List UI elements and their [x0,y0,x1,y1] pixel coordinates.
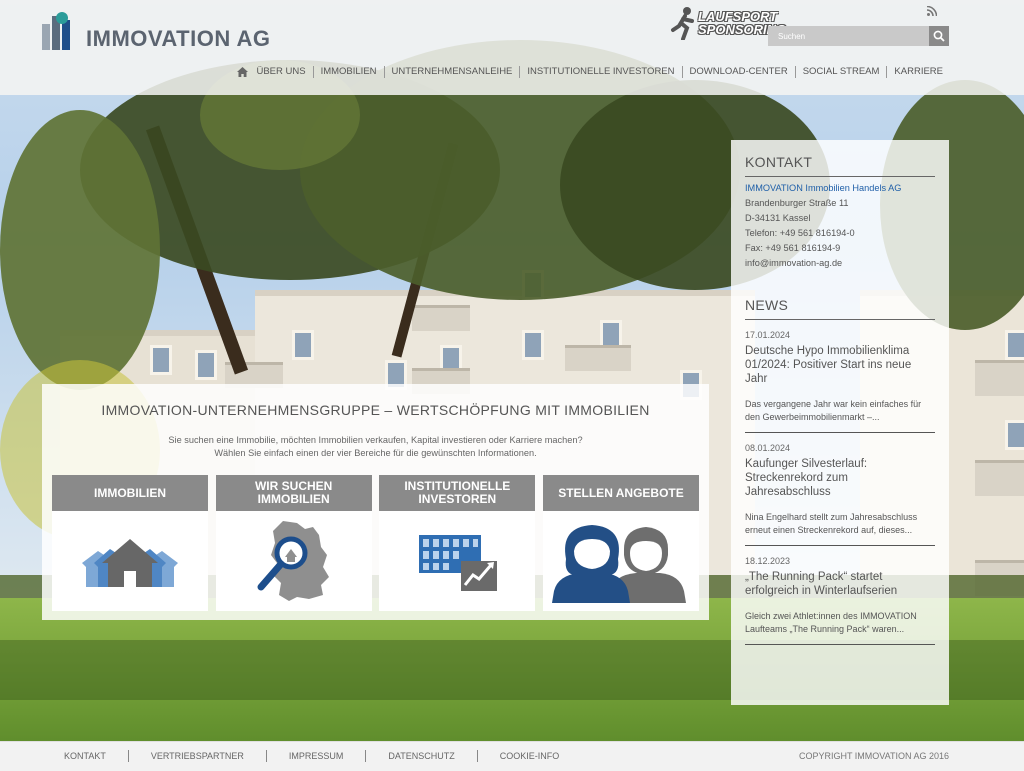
contact-city: D-34131 Kassel [745,213,811,223]
news-excerpt: Nina Engelhard stellt zum Jahresabschlus… [745,512,918,535]
window [1005,420,1024,450]
copyright: COPYRIGHT IMMOVATION AG 2016 [798,751,949,761]
news-excerpt: Gleich zwei Athlet:innen des IMMOVATION … [745,611,917,634]
window [1005,330,1024,360]
main-navigation: ÜBER UNS IMMOBILIEN UNTERNEHMENSANLEIHE … [237,66,950,78]
tile-stellen-angebote[interactable]: STELLEN ANGEBOTE [542,475,699,611]
news-date: 17.01.2024 [745,330,791,340]
tile-label: IMMOBILIEN [52,475,208,511]
news-item[interactable]: 17.01.2024 Deutsche Hypo Immobilienklima… [745,320,935,433]
search-button[interactable] [929,26,949,46]
window [522,330,544,360]
site-footer: KONTAKT VERTRIEBSPARTNER IMPRESSUM DATEN… [0,741,1024,771]
home-icon[interactable] [237,67,249,77]
contact-phone: Telefon: +49 561 816194-0 [745,228,855,238]
site-header: IMMOVATION AG LAUFSPORT SPONSORING ÜBER … [0,0,1024,95]
contact-info: IMMOVATION Immobilien Handels AG Branden… [745,177,935,271]
balcony [975,460,1024,496]
category-tiles: IMMOBILIEN WIR SUCHEN IMMOBILIEN INSTITU… [52,475,699,611]
nav-social-stream[interactable]: SOCIAL STREAM [794,66,887,78]
tile-label: WIR SUCHEN IMMOBILIEN [215,475,372,511]
window [150,345,172,375]
footer-link-datenschutz[interactable]: DATENSCHUTZ [365,750,476,762]
nav-karriere[interactable]: KARRIERE [886,66,950,78]
search-box [768,26,949,46]
news-item[interactable]: 08.01.2024 Kaufunger Silvesterlauf: Stre… [745,433,935,546]
balcony [565,345,631,371]
intro-title: IMMOVATION-UNTERNEHMENSGRUPPE – WERTSCHÖ… [101,402,650,418]
footer-links: KONTAKT VERTRIEBSPARTNER IMPRESSUM DATEN… [42,750,581,762]
tile-wir-suchen-immobilien[interactable]: WIR SUCHEN IMMOBILIEN [215,475,372,611]
contact-company[interactable]: IMMOVATION Immobilien Handels AG [745,181,935,196]
balcony [975,360,1024,396]
window [292,330,314,360]
footer-link-cookie-info[interactable]: COOKIE-INFO [476,750,582,762]
company-logo[interactable]: IMMOVATION AG [42,12,271,52]
search-input[interactable] [768,26,929,46]
news-heading: NEWS [745,283,935,320]
contact-heading: KONTAKT [745,140,935,177]
intro-subtitle-line-2: Wählen Sie einfach einen der vier Bereic… [214,448,537,458]
news-excerpt: Das vergangene Jahr war kein einfaches f… [745,399,922,422]
search-icon [933,30,945,42]
germany-map-search-icon [257,521,329,601]
nav-unternehmensanleihe[interactable]: UNTERNEHMENSANLEIHE [383,66,520,78]
tile-label: INSTITUTIONELLE INVESTOREN [379,475,536,511]
nav-download-center[interactable]: DOWNLOAD-CENTER [681,66,795,78]
tile-institutionelle-investoren[interactable]: INSTITUTIONELLE INVESTOREN [379,475,536,611]
footer-link-impressum[interactable]: IMPRESSUM [265,750,366,762]
window [195,350,217,380]
contact-street: Brandenburger Straße 11 [745,198,849,208]
logo-mark-icon [42,12,78,50]
contact-fax: Fax: +49 561 816194-9 [745,243,841,253]
footer-link-vertriebspartner[interactable]: VERTRIEBSPARTNER [127,750,266,762]
nav-immobilien[interactable]: IMMOBILIEN [312,66,384,78]
nav-ueber-uns[interactable]: ÜBER UNS [254,66,312,78]
contact-email[interactable]: info@immovation-ag.de [745,256,935,271]
runner-icon [671,7,694,40]
news-date: 08.01.2024 [745,443,791,453]
intro-subtitle: Sie suchen eine Immobilie, möchten Immob… [42,434,709,460]
building-chart-icon [419,535,498,591]
rss-icon[interactable] [927,6,937,16]
people-icon [551,525,686,603]
logo-text: IMMOVATION AG [86,26,271,51]
news-date: 18.12.2023 [745,556,791,566]
intro-subtitle-line-1: Sie suchen eine Immobilie, möchten Immob… [168,435,583,445]
balcony [412,305,470,331]
news-title[interactable]: Deutsche Hypo Immobilienklima 01/2024: P… [745,344,935,386]
tree-foliage [0,110,160,390]
news-title[interactable]: „The Running Pack“ startet erfolgreich i… [745,570,935,598]
footer-link-kontakt[interactable]: KONTAKT [42,750,128,762]
news-item[interactable]: 18.12.2023 „The Running Pack“ startet er… [745,546,935,645]
tile-immobilien[interactable]: IMMOBILIEN [52,475,208,611]
nav-institutionelle-investoren[interactable]: INSTITUTIONELLE INVESTOREN [519,66,681,78]
right-sidebar: KONTAKT IMMOVATION Immobilien Handels AG… [731,140,949,705]
news-title[interactable]: Kaufunger Silvesterlauf: Streckenrekord … [745,457,935,499]
intro-panel: IMMOVATION-UNTERNEHMENSGRUPPE – WERTSCHÖ… [42,384,709,620]
tile-label: STELLEN ANGEBOTE [542,475,699,511]
houses-icon [82,539,178,587]
